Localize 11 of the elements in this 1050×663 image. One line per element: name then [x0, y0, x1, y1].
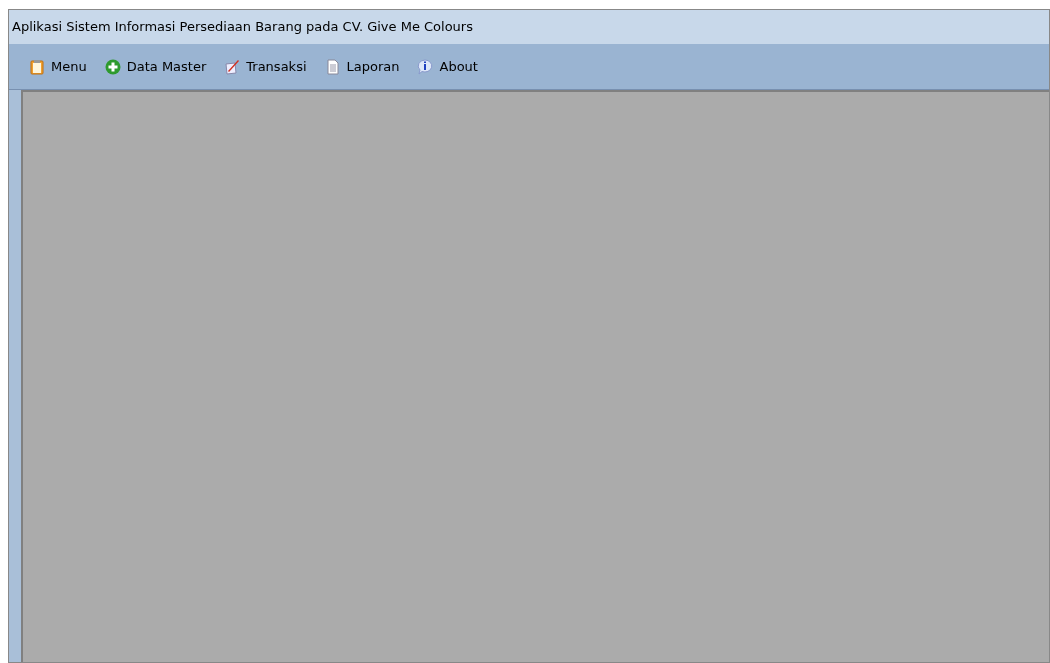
menu-item[interactable]: Menu — [29, 56, 87, 77]
document-icon — [324, 58, 341, 75]
menu-item[interactable]: Data Master — [104, 56, 207, 77]
plus-icon — [104, 58, 121, 75]
window-title: Aplikasi Sistem Informasi Persediaan Barang pada CV. Give Me Colours — [9, 10, 1049, 44]
menu-item[interactable]: Laporan — [324, 56, 400, 77]
clipboard-icon — [29, 58, 45, 75]
menu-item[interactable]: Transaksi — [224, 56, 307, 77]
pen-on-paper-icon — [224, 58, 241, 75]
menu-item[interactable]: About — [417, 56, 478, 77]
info-icon — [417, 58, 434, 75]
